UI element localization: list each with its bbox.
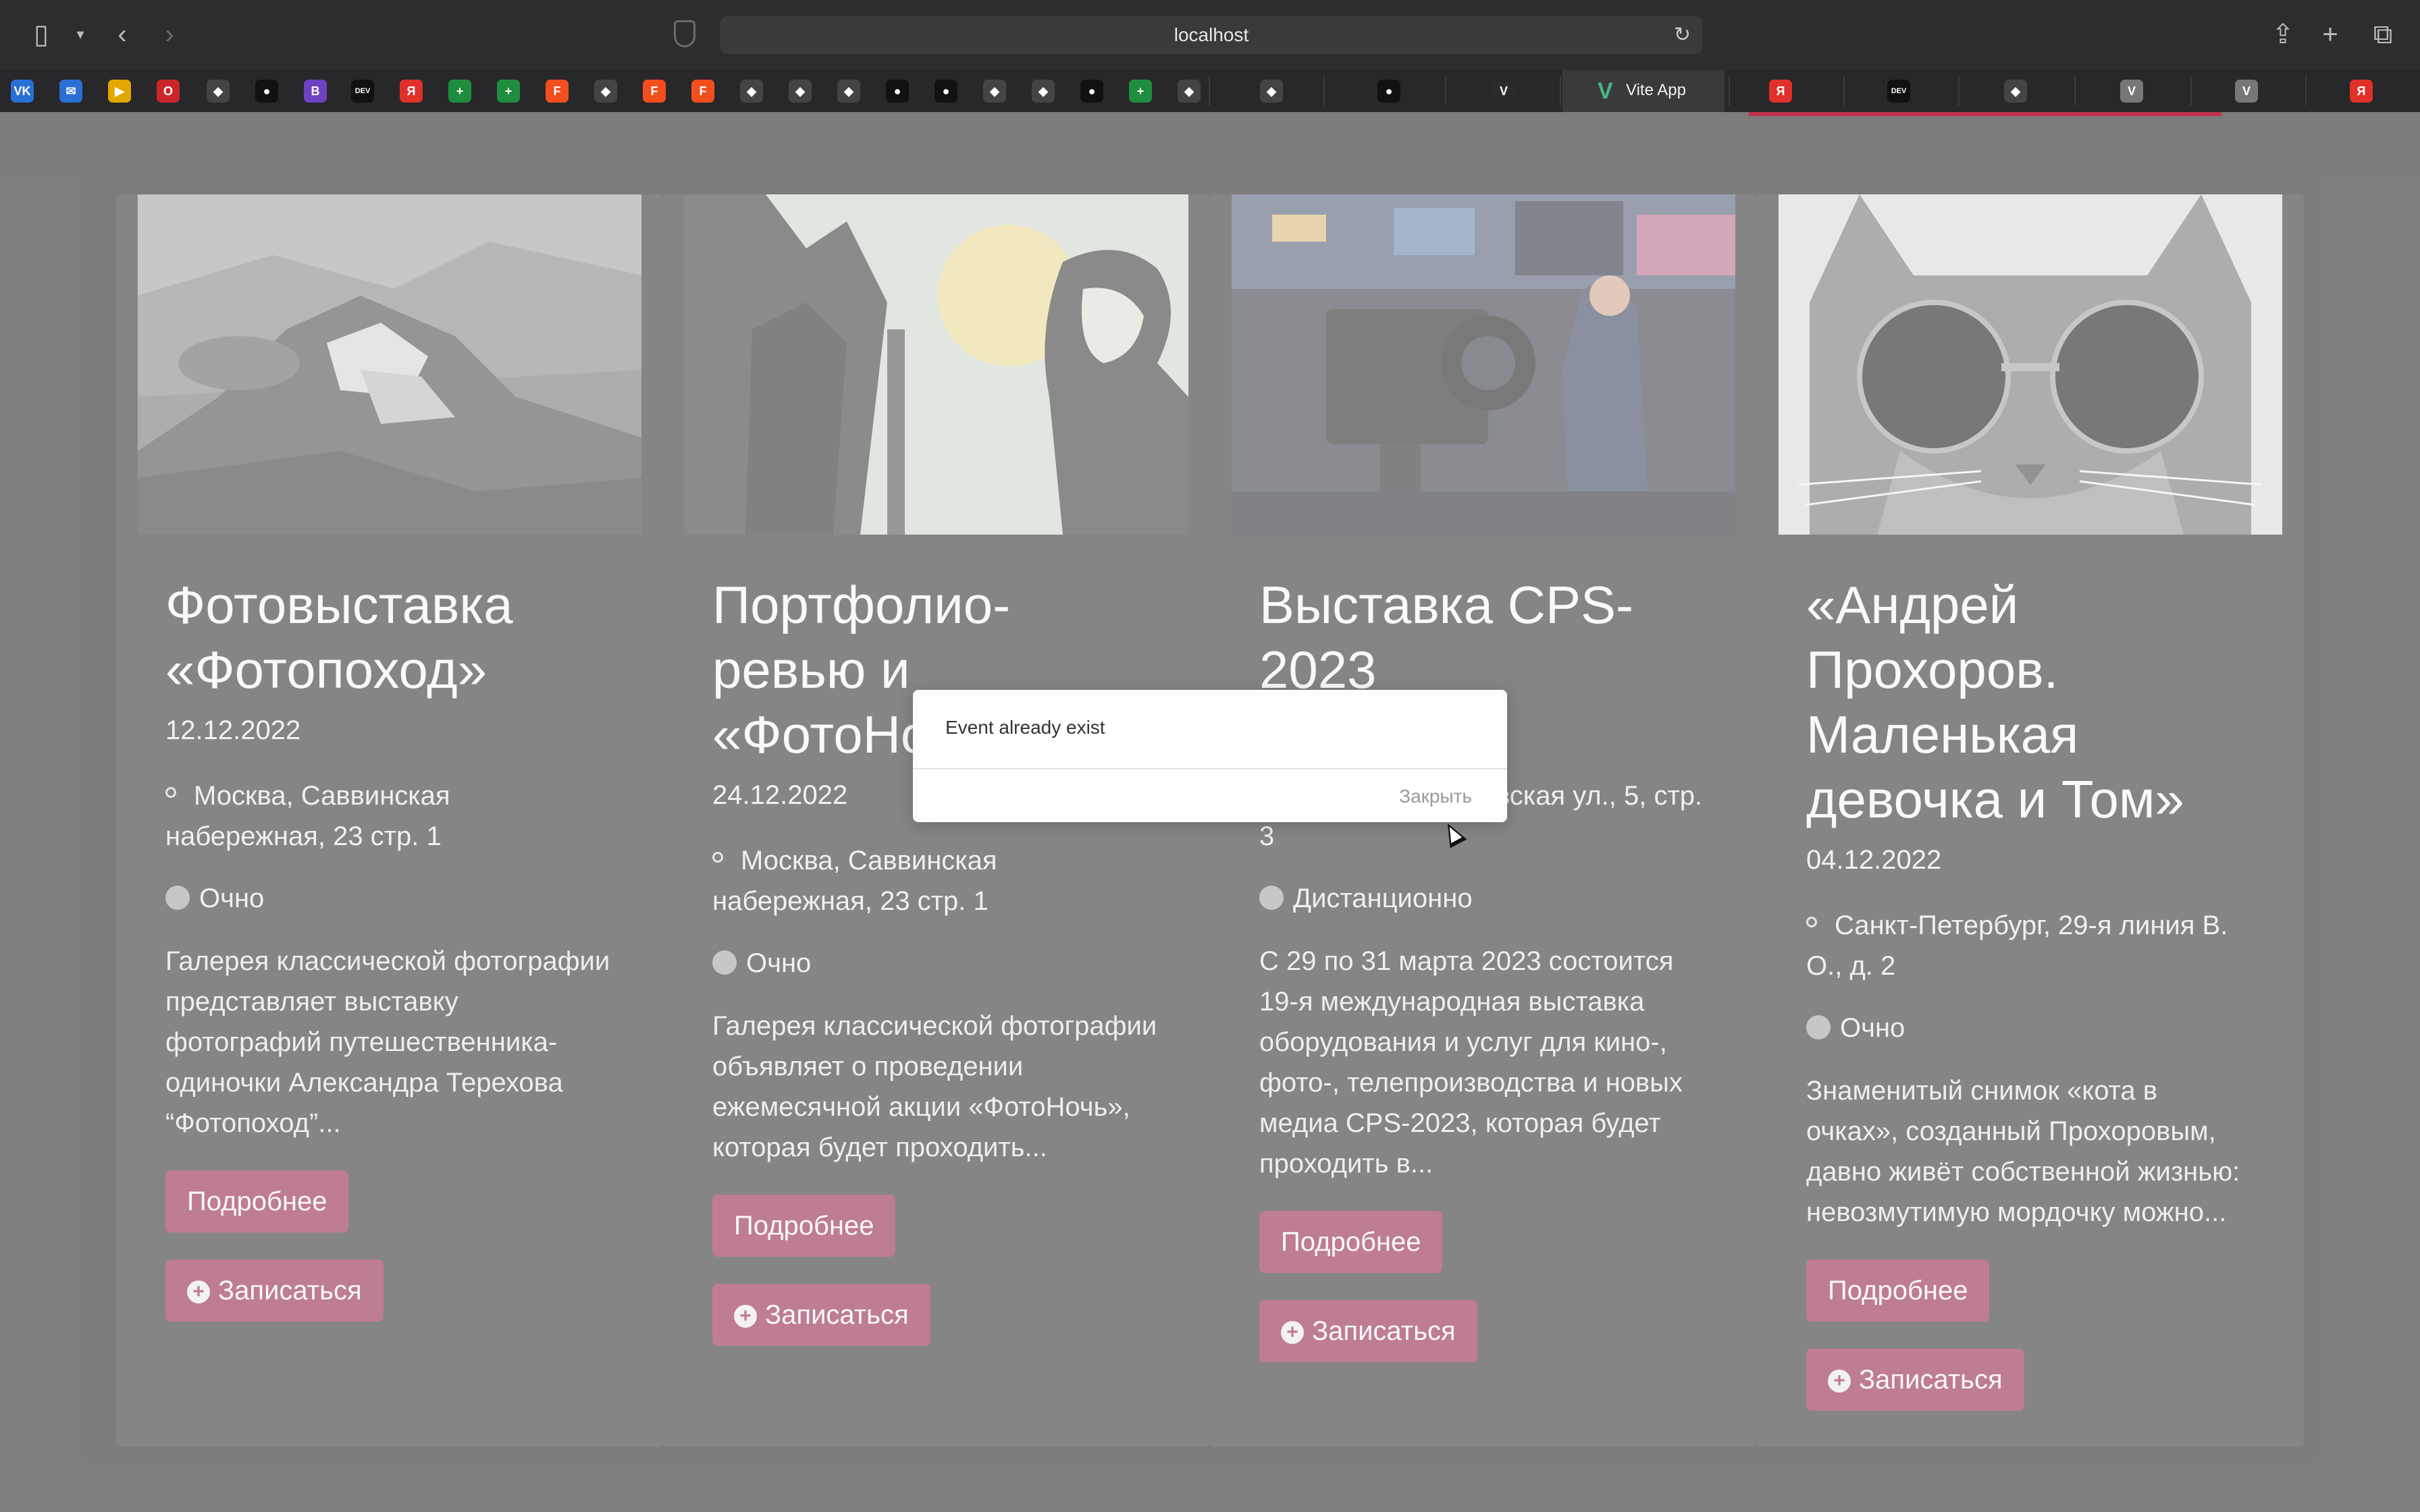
vue-icon: V (1598, 78, 1613, 104)
chevron-down-icon[interactable]: ▾ (63, 18, 97, 51)
sheets-icon[interactable]: + (1129, 80, 1152, 103)
sheets-icon[interactable]: + (448, 80, 471, 103)
v-icon[interactable]: V (2120, 80, 2143, 103)
app-icon[interactable]: ◆ (1260, 80, 1283, 103)
address-bar[interactable]: localhost ↻ (720, 16, 1703, 54)
tab-separator (2305, 77, 2307, 105)
url-text: localhost (1174, 24, 1249, 45)
dev-icon[interactable]: DEV (1887, 80, 1910, 103)
app-icon[interactable]: ◆ (1178, 80, 1201, 103)
tab-separator (1729, 77, 1730, 105)
close-button[interactable]: Закрыть (1399, 786, 1472, 807)
tab-separator (1958, 77, 1959, 105)
alert-message: Event already exist (945, 717, 1105, 738)
yandex-icon[interactable]: Я (1769, 80, 1792, 103)
figma-icon[interactable]: F (546, 80, 569, 103)
tab-separator (1209, 77, 1210, 105)
tab-separator (1445, 77, 1446, 105)
vue-icon[interactable]: V (1492, 80, 1515, 103)
tab-separator (2074, 77, 2076, 105)
browser-titlebar: ▯ ▾ ‹ › localhost ↻ ⇪ + ⧉ (0, 0, 2420, 68)
yandex-icon[interactable]: Я (400, 80, 423, 103)
app-icon[interactable]: ◆ (789, 80, 812, 103)
v-icon[interactable]: V (2235, 80, 2258, 103)
figma-icon[interactable]: F (643, 80, 666, 103)
github-icon[interactable]: ● (1080, 80, 1103, 103)
tab-label: Vite App (1626, 81, 1686, 99)
github-icon[interactable]: ● (886, 80, 909, 103)
sheets-icon[interactable]: + (497, 80, 520, 103)
bootstrap-icon[interactable]: B (304, 80, 327, 103)
mail-icon[interactable]: ✉ (59, 80, 82, 103)
opera-icon[interactable]: O (157, 80, 180, 103)
github-icon[interactable]: ● (1377, 80, 1400, 103)
app-icon[interactable]: ◆ (837, 80, 860, 103)
share-icon[interactable]: ⇪ (2266, 18, 2300, 51)
browser-chrome: ▯ ▾ ‹ › localhost ↻ ⇪ + ⧉ VK ✉ ▶ O ◆ ● B DEV Я + +… (0, 0, 2420, 112)
privacy-shield-icon[interactable] (674, 20, 695, 47)
figma-icon[interactable]: F (691, 80, 714, 103)
video-icon[interactable]: ▶ (108, 80, 131, 103)
tab-separator (1843, 77, 1845, 105)
sidebar-toggle-icon[interactable]: ▯ (24, 18, 58, 51)
tab-separator (1323, 77, 1325, 105)
vk-icon[interactable]: VK (11, 80, 34, 103)
tab-vite-app[interactable]: V Vite App (1562, 70, 1725, 112)
forward-icon[interactable]: › (153, 18, 186, 51)
app-icon[interactable]: ◆ (207, 80, 230, 103)
tab-separator (2190, 77, 2192, 105)
github-icon[interactable]: ● (935, 80, 957, 103)
dialog-divider (913, 768, 1507, 770)
alert-dialog: Event already exist Закрыть (913, 690, 1507, 822)
yandex-icon[interactable]: Я (2350, 80, 2373, 103)
back-icon[interactable]: ‹ (105, 18, 139, 51)
tab-separator (1560, 77, 1561, 105)
new-tab-icon[interactable]: + (2313, 18, 2347, 51)
tab-strip: VK ✉ ▶ O ◆ ● B DEV Я + + F ◆ F F ◆ ◆ ◆ ● ● ◆ ◆ ● + ◆ ◆ ● V Я DEV ◆ V V Я (0, 70, 2420, 112)
app-icon[interactable]: ◆ (594, 80, 617, 103)
dev-icon[interactable]: DEV (351, 80, 374, 103)
reload-icon[interactable]: ↻ (1674, 16, 1691, 54)
app-icon[interactable]: ◆ (1032, 80, 1055, 103)
app-icon[interactable]: ◆ (740, 80, 763, 103)
tab-overview-icon[interactable]: ⧉ (2366, 18, 2400, 51)
app-icon[interactable]: ◆ (2004, 80, 2027, 103)
github-icon[interactable]: ● (255, 80, 278, 103)
header-accent-bar (1749, 112, 2221, 116)
app-icon[interactable]: ◆ (983, 80, 1006, 103)
